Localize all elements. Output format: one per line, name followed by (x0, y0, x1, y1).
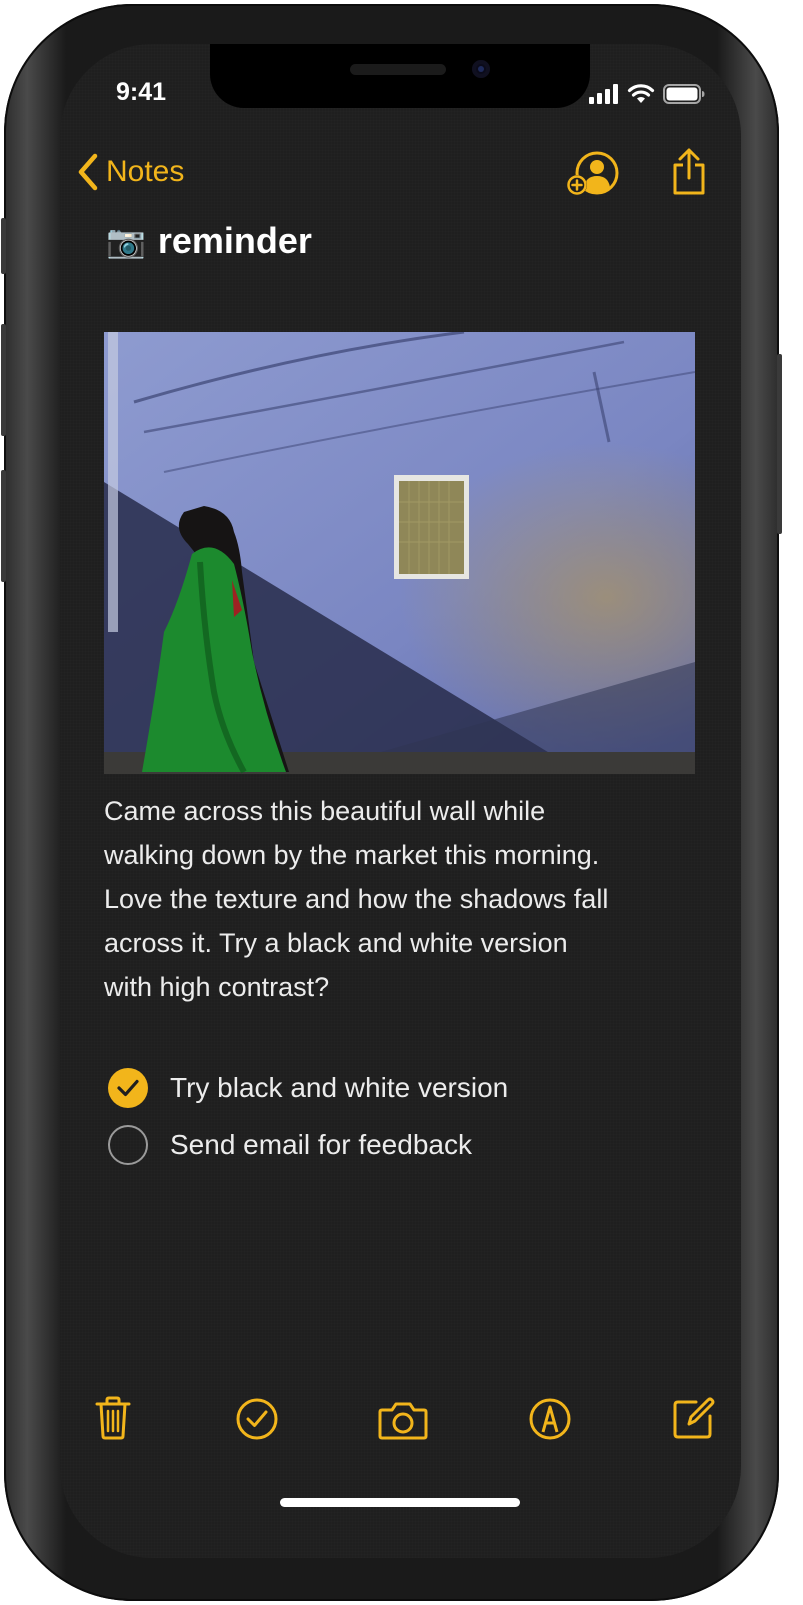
title-emoji: 📷 (106, 223, 146, 259)
checklist-icon[interactable] (235, 1397, 279, 1441)
phone-frame: 9:41 Notes 📷 reminder Came across this b… (1, 4, 782, 1601)
checklist-item-label: Send email for feedback (170, 1128, 472, 1160)
body-line: Love the texture and how the shadows fal… (104, 884, 609, 914)
screen: 9:41 Notes 📷 reminder Came across this b… (60, 44, 741, 1558)
add-person-icon[interactable] (566, 151, 620, 197)
checklist-item[interactable]: Try black and white version (108, 1059, 508, 1116)
battery-icon (663, 84, 705, 104)
silent-switch (1, 218, 6, 274)
body-line: with high contrast? (104, 972, 330, 1002)
chevron-left-icon (78, 153, 98, 191)
home-indicator[interactable] (280, 1498, 520, 1507)
note-photo[interactable] (104, 332, 695, 774)
title-text: reminder (157, 220, 312, 261)
share-icon[interactable] (671, 147, 707, 197)
note-body[interactable]: Came across this beautiful wall while wa… (104, 789, 704, 1009)
front-camera (472, 60, 490, 78)
bottom-toolbar (60, 1394, 741, 1444)
checkbox-unchecked-icon[interactable] (108, 1124, 148, 1165)
volume-up-button (1, 324, 6, 436)
status-icons (589, 84, 705, 104)
checklist-item-label: Try black and white version (170, 1071, 509, 1103)
wifi-icon (627, 84, 655, 103)
note-title[interactable]: 📷 reminder (106, 220, 312, 262)
checkbox-checked-icon[interactable] (108, 1067, 148, 1108)
status-time: 9:41 (116, 78, 167, 106)
cellular-signal-icon (589, 84, 618, 104)
camera-icon[interactable] (378, 1400, 428, 1440)
body-line: Came across this beautiful wall while (104, 796, 546, 826)
notch (210, 44, 590, 108)
body-line: walking down by the market this morning. (104, 840, 600, 870)
checklist: Try black and white version Send email f… (108, 1059, 508, 1173)
photo-image (104, 332, 695, 774)
checklist-item[interactable]: Send email for feedback (108, 1116, 508, 1173)
back-button[interactable]: Notes (76, 152, 184, 192)
body-line: across it. Try a black and white version (104, 928, 568, 958)
volume-down-button (1, 470, 6, 582)
power-button (777, 354, 782, 534)
speaker (350, 64, 446, 75)
back-button-label: Notes (106, 155, 185, 188)
trash-icon[interactable] (94, 1396, 132, 1440)
markup-icon[interactable] (528, 1397, 572, 1441)
compose-icon[interactable] (672, 1396, 716, 1440)
